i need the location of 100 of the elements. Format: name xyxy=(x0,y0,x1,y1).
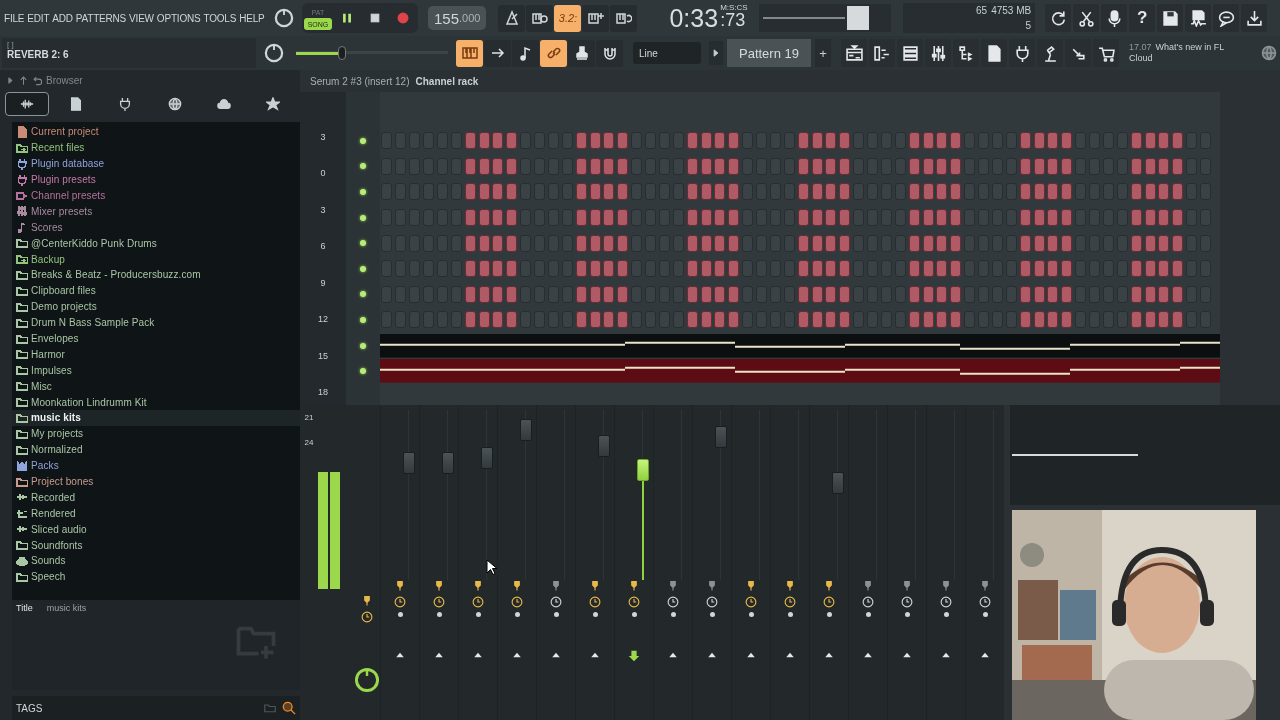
stamp-tool[interactable] xyxy=(568,39,595,67)
wait-toggle[interactable] xyxy=(526,4,554,32)
browser-item[interactable]: Sliced audio xyxy=(12,521,300,538)
insert-dot[interactable] xyxy=(592,612,598,617)
menu-item[interactable]: HELP xyxy=(239,12,265,24)
insert-dot[interactable] xyxy=(553,612,559,617)
insert-dot[interactable] xyxy=(904,612,910,617)
browser-item[interactable]: Breaks & Beatz - Producersbuzz.com xyxy=(12,267,300,283)
note-tool[interactable] xyxy=(512,39,539,67)
pattern-selector[interactable]: Pattern 19 xyxy=(727,39,811,67)
menu-item[interactable]: OPTIONS xyxy=(156,12,201,24)
loop-record-toggle[interactable] xyxy=(610,4,638,32)
refresh-button[interactable] xyxy=(1045,4,1072,32)
insert-dot[interactable] xyxy=(631,612,637,617)
browser-item[interactable]: Plugin database xyxy=(12,155,300,172)
browser-item[interactable]: Current project xyxy=(12,124,300,140)
browser-item[interactable]: Normalized xyxy=(12,441,300,458)
search-button[interactable] xyxy=(282,701,296,715)
chat-button[interactable] xyxy=(1213,4,1240,32)
browser-item[interactable]: Recorded xyxy=(12,489,300,506)
browser-item[interactable]: Misc xyxy=(12,378,300,395)
browser-item[interactable]: Plugin presets xyxy=(12,171,300,188)
browser-item[interactable]: Backup xyxy=(12,251,300,267)
insert-dot[interactable] xyxy=(670,612,676,617)
keyboard-tool[interactable] xyxy=(456,39,483,67)
news-ticker[interactable]: 17.07 What's new in FL Cloud xyxy=(1129,42,1245,64)
browser-item[interactable]: Sounds xyxy=(12,553,300,569)
browser-item[interactable]: Harmor xyxy=(12,346,300,363)
insert-dot[interactable] xyxy=(982,612,988,617)
browser-item[interactable]: @CenterKiddo Punk Drums xyxy=(12,235,300,252)
fader-handle[interactable] xyxy=(481,446,493,469)
browser-item[interactable]: Demo projects xyxy=(12,298,300,315)
snap-dropdown[interactable]: Line xyxy=(633,42,701,64)
fader-handle[interactable] xyxy=(832,472,844,495)
fader-handle[interactable] xyxy=(442,451,454,474)
channel-light[interactable] xyxy=(360,265,366,272)
browser-item[interactable]: Speech xyxy=(12,568,300,585)
plug-button[interactable] xyxy=(1009,39,1035,67)
fader-handle[interactable] xyxy=(403,451,415,474)
browser-item[interactable]: Scores xyxy=(12,219,300,236)
piano-roll-button[interactable] xyxy=(869,39,895,67)
add-pattern-button[interactable]: + xyxy=(815,39,831,67)
browser-item[interactable]: Moonkation Lindrumm Kit xyxy=(12,394,300,411)
lamp-button[interactable] xyxy=(1037,39,1063,67)
channel-light[interactable] xyxy=(360,189,366,195)
insert-dot[interactable] xyxy=(514,612,520,617)
browser-item[interactable]: Drum N Bass Sample Pack xyxy=(12,314,300,331)
fader-handle[interactable] xyxy=(520,419,532,442)
menu-item[interactable]: PATTERNS xyxy=(75,12,127,24)
fader-handle[interactable] xyxy=(598,434,610,457)
menu-item[interactable]: ADD xyxy=(52,12,73,24)
save-audio-button[interactable] xyxy=(1185,4,1212,32)
insert-dot[interactable] xyxy=(475,612,481,617)
insert-dot[interactable] xyxy=(787,612,793,617)
magnet-tool[interactable] xyxy=(596,39,623,67)
cart-button[interactable] xyxy=(1093,39,1119,67)
microphone-button[interactable] xyxy=(1101,4,1128,32)
channel-light[interactable] xyxy=(360,316,366,323)
arrow-right-tool[interactable] xyxy=(484,39,511,67)
browser-item[interactable]: Soundfonts xyxy=(12,537,300,554)
fader-handle[interactable] xyxy=(637,458,649,481)
browser-item[interactable]: Mixer presets xyxy=(12,203,300,220)
playlist-button[interactable] xyxy=(841,39,867,67)
channel-light[interactable] xyxy=(360,368,366,375)
channel-light[interactable] xyxy=(360,214,366,221)
step-edit-toggle[interactable] xyxy=(582,4,610,32)
insert-dot[interactable] xyxy=(865,612,871,617)
browser-tree-button[interactable] xyxy=(953,39,979,67)
save-button[interactable] xyxy=(1157,4,1184,32)
browser-item[interactable]: Rendered xyxy=(12,505,300,522)
metronome-toggle[interactable] xyxy=(498,4,526,32)
channel-light[interactable] xyxy=(360,137,366,144)
file-button[interactable] xyxy=(981,39,1007,67)
mixer-button[interactable] xyxy=(925,39,951,67)
tempo-display[interactable]: 155.000 xyxy=(428,6,487,30)
scissors-button[interactable] xyxy=(1073,4,1100,32)
menu-item[interactable]: FILE xyxy=(4,12,25,24)
insert-dot[interactable] xyxy=(709,612,715,617)
channel-light[interactable] xyxy=(360,291,366,298)
menu-item[interactable]: VIEW xyxy=(129,12,154,24)
browser-item[interactable]: Packs xyxy=(12,457,300,474)
download-button[interactable] xyxy=(1241,4,1268,32)
channel-light[interactable] xyxy=(360,163,366,170)
insert-dot[interactable] xyxy=(436,612,442,617)
insert-dot[interactable] xyxy=(748,612,754,617)
fader-handle[interactable] xyxy=(715,426,727,449)
browser-item[interactable]: My projects xyxy=(12,425,300,442)
insert-dot[interactable] xyxy=(826,612,832,617)
channel-light[interactable] xyxy=(360,240,366,247)
link-tool[interactable] xyxy=(540,39,567,67)
channel-rack-button[interactable] xyxy=(897,39,923,67)
insert-dot[interactable] xyxy=(943,612,949,617)
menu-item[interactable]: TOOLS xyxy=(203,12,237,24)
insert-dot[interactable] xyxy=(397,612,403,617)
browser-item[interactable]: Impulses xyxy=(12,362,300,379)
online-button[interactable] xyxy=(1261,45,1277,61)
browser-item[interactable]: Project bones xyxy=(12,473,300,490)
browser-item[interactable]: Recent files xyxy=(12,139,300,156)
help-button[interactable]: ? xyxy=(1129,4,1156,32)
menu-item[interactable]: EDIT xyxy=(27,12,50,24)
